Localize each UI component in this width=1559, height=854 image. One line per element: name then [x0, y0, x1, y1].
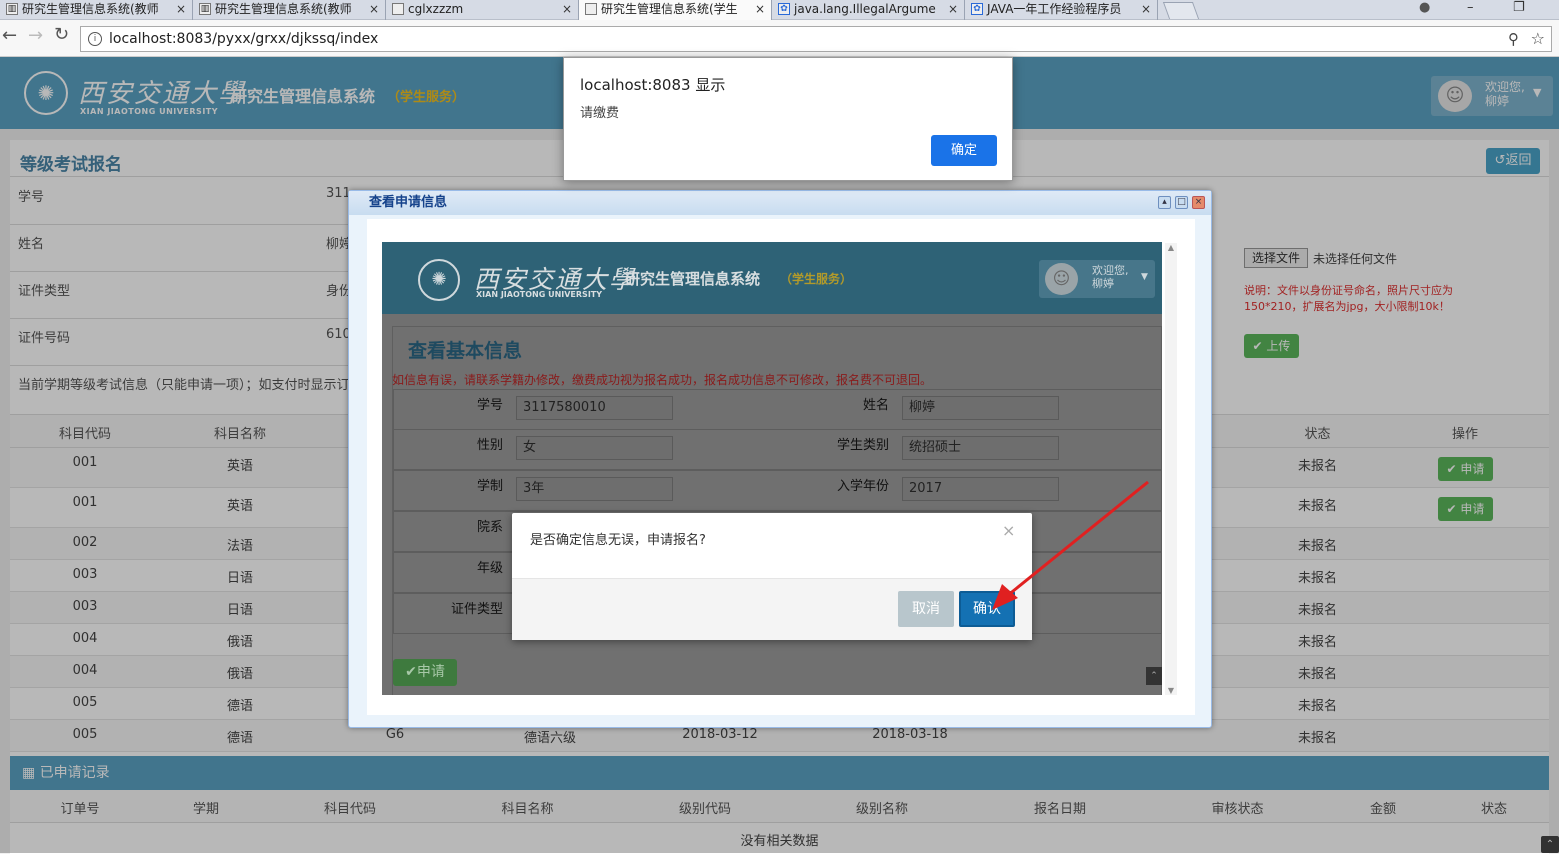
- window-titlebar: 查看申请信息: [349, 191, 1211, 215]
- confirm-footer: [512, 578, 1032, 640]
- alert-ok-button[interactable]: 确定: [931, 135, 997, 166]
- browser-tab[interactable]: ✿ JAVA一年工作经验程序员 ×: [965, 0, 1158, 20]
- browser-tab-active[interactable]: 研究生管理信息系统(学生 ×: [579, 0, 772, 20]
- window-maximize-icon[interactable]: □: [1175, 196, 1188, 209]
- inner-section-title: 查看基本信息: [408, 340, 523, 362]
- browser-tab[interactable]: ▥ 研究生管理信息系统(教师 ×: [0, 0, 193, 20]
- minimize-icon[interactable]: –: [1467, 0, 1474, 15]
- inner-field-input: 柳婷: [902, 396, 1059, 420]
- info-icon[interactable]: i: [88, 32, 102, 46]
- inner-app-header: ✺ 西安交通大學 XIAN JIAOTONG UNIVERSITY 研究生管理信…: [382, 242, 1162, 314]
- inner-welcome: 欢迎您, 柳婷: [1092, 264, 1129, 290]
- window-collapse-icon[interactable]: ▴: [1158, 196, 1171, 209]
- scroll-top-icon: ⌃: [1146, 667, 1162, 685]
- inner-user-menu: ☺ 欢迎您, 柳婷 ▼: [1039, 260, 1155, 298]
- inner-field-label: 性别: [476, 438, 503, 453]
- tab-title: 研究生管理信息系统(教师: [215, 2, 352, 16]
- alert-message: 请缴费: [580, 106, 620, 121]
- inner-field-label: 姓名: [862, 398, 889, 413]
- inner-logo-en: XIAN JIAOTONG UNIVERSITY: [476, 290, 603, 299]
- close-tab-icon[interactable]: ×: [176, 0, 186, 18]
- page-favicon-icon: ▥: [6, 3, 18, 15]
- scroll-up-icon[interactable]: ▲: [1165, 243, 1177, 252]
- url-input[interactable]: i localhost:8083/pyxx/grxx/djkssq/index …: [80, 26, 1552, 52]
- browser-tab[interactable]: ▥ 研究生管理信息系统(教师 ×: [193, 0, 386, 20]
- window-close-icon[interactable]: ×: [1192, 196, 1205, 209]
- inner-field-label: 证件类型: [450, 602, 503, 617]
- forward-arrow-icon[interactable]: →: [28, 25, 43, 46]
- new-tab-button[interactable]: [1162, 2, 1200, 19]
- inner-field-label: 学号: [476, 398, 503, 413]
- inner-apply-label: 申请: [416, 664, 445, 680]
- inner-field-input: 统招硕士: [902, 436, 1059, 460]
- scroll-down-icon[interactable]: ▼: [1165, 686, 1177, 695]
- close-tab-icon[interactable]: ×: [948, 0, 958, 18]
- inner-field-label: 学生类别: [836, 438, 889, 453]
- university-emblem-icon: ✺: [418, 259, 460, 301]
- scrollbar[interactable]: ▲ ▼: [1165, 243, 1177, 695]
- paw-favicon-icon: ✿: [778, 3, 790, 15]
- red-arrow-annotation: [992, 480, 1149, 610]
- cancel-button[interactable]: 取消: [898, 591, 954, 627]
- inner-apply-button: ✔申请: [393, 659, 457, 686]
- inner-warning: 如信息有误，请联系学籍办修改，缴费成功视为报名成功，报名成功信息不可修改，报名费…: [392, 373, 933, 387]
- inner-system-subtitle: （学生服务）: [780, 272, 853, 286]
- tab-title: java.lang.IllegalArgume: [794, 2, 936, 16]
- document-favicon-icon: [392, 3, 404, 15]
- browser-tab[interactable]: ✿ java.lang.IllegalArgume ×: [772, 0, 965, 20]
- window-title: 查看申请信息: [369, 195, 448, 210]
- inner-field-input: 女: [516, 436, 673, 460]
- close-tab-icon[interactable]: ×: [562, 0, 572, 18]
- user-name: 柳婷: [1092, 277, 1114, 290]
- inner-field-label: 院系: [476, 520, 503, 535]
- check-icon: ✔: [405, 664, 417, 680]
- inner-system-title: 研究生管理信息系统: [625, 270, 761, 288]
- reload-icon[interactable]: ↻: [54, 24, 69, 45]
- browser-tab[interactable]: cglxzzzm ×: [386, 0, 579, 20]
- inner-field-label: 学制: [476, 479, 503, 494]
- restore-icon[interactable]: ❐: [1513, 0, 1525, 15]
- inner-field-input: 3年: [516, 477, 673, 501]
- close-tab-icon[interactable]: ×: [755, 0, 765, 18]
- alert-origin: localhost:8083 显示: [580, 76, 726, 94]
- inner-field-label: 年级: [476, 561, 503, 576]
- inner-field-input: 3117580010: [516, 396, 673, 420]
- url-text: localhost:8083/pyxx/grxx/djkssq/index: [109, 31, 379, 47]
- back-arrow-icon[interactable]: ←: [2, 25, 17, 46]
- chevron-down-icon: ▼: [1141, 272, 1148, 282]
- browser-tabbar: ▥ 研究生管理信息系统(教师 × ▥ 研究生管理信息系统(教师 × cglxzzzm × …: [0, 0, 1559, 20]
- inner-field-label: 入学年份: [836, 479, 889, 494]
- zoom-search-icon[interactable]: ⚲: [1508, 27, 1519, 51]
- document-favicon-icon: [585, 3, 597, 15]
- tab-title: JAVA一年工作经验程序员: [987, 2, 1122, 16]
- page-favicon-icon: ▥: [199, 3, 211, 15]
- tab-title: cglxzzzm: [408, 2, 464, 16]
- profile-icon[interactable]: ●: [1419, 0, 1430, 15]
- paw-favicon-icon: ✿: [971, 3, 983, 15]
- welcome-label: 欢迎您,: [1092, 264, 1129, 277]
- avatar: ☺: [1045, 263, 1078, 295]
- confirm-dialog: 是否确定信息无误，申请报名? × 取消 确认: [512, 513, 1032, 640]
- close-tab-icon[interactable]: ×: [1141, 0, 1151, 18]
- confirm-message: 是否确定信息无误，申请报名?: [530, 533, 706, 548]
- browser-alert-dialog: localhost:8083 显示 请缴费 确定: [563, 57, 1013, 181]
- close-tab-icon[interactable]: ×: [369, 0, 379, 18]
- tab-title: 研究生管理信息系统(学生: [601, 2, 738, 16]
- bookmark-star-icon[interactable]: ☆: [1531, 27, 1545, 51]
- tab-title: 研究生管理信息系统(教师: [22, 2, 159, 16]
